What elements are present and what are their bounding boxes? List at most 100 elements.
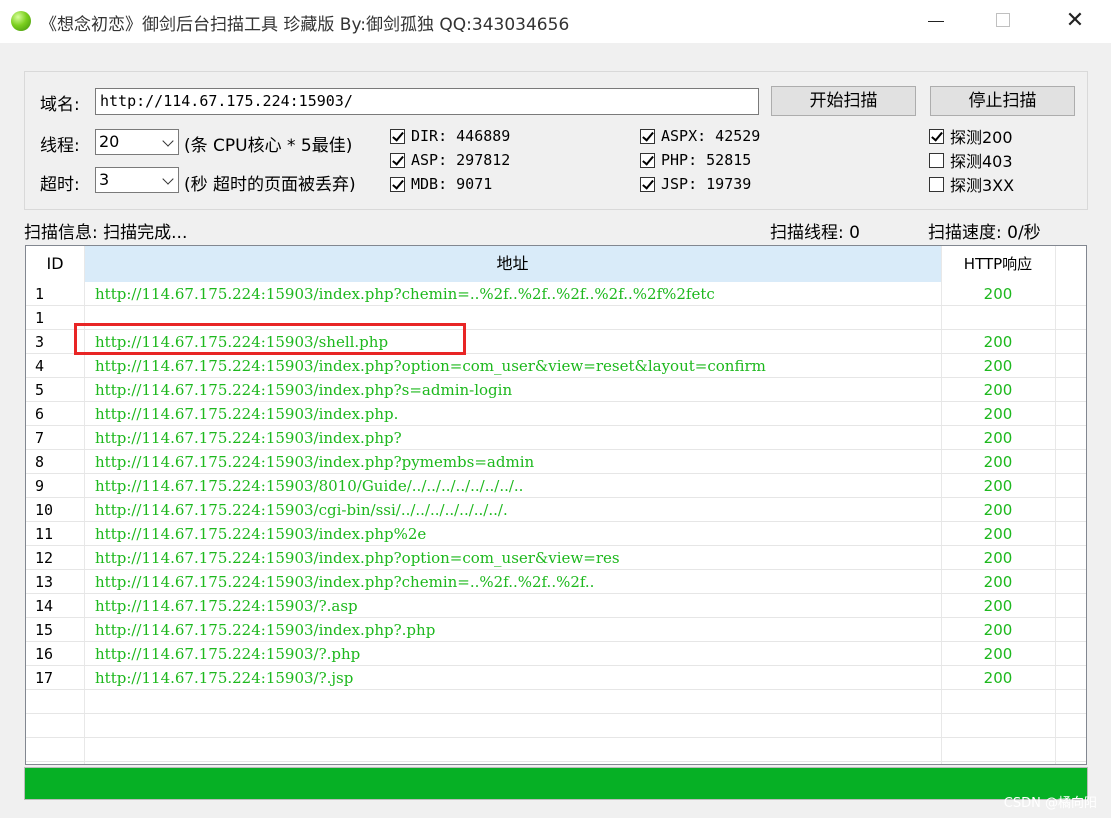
dict-mdb-label: MDB: 9071: [411, 175, 493, 193]
checkbox-icon: [390, 128, 405, 144]
title-bar: 《想念初恋》御剑后台扫描工具 珍藏版 By:御剑孤独 QQ:343034656 …: [0, 0, 1111, 43]
progress-fill: [25, 768, 1087, 799]
scan-threads: 扫描线程: 0: [770, 223, 860, 243]
row-http-status: 200: [983, 357, 1013, 375]
row-http-status: 200: [983, 477, 1013, 495]
dict-asp-checkbox[interactable]: ASP: 297812: [390, 149, 510, 171]
row-id: 5: [35, 381, 45, 399]
row-http-status: 200: [983, 621, 1013, 639]
row-http-status: 200: [983, 669, 1013, 687]
table-row[interactable]: 15 http://114.67.175.224:15903/index.php?…: [26, 618, 1086, 642]
row-id: 10: [35, 501, 54, 519]
row-http-status: 200: [983, 285, 1013, 303]
table-row[interactable]: 13 http://114.67.175.224:15903/index.php?…: [26, 570, 1086, 594]
row-http-status: 200: [983, 405, 1013, 423]
checkbox-icon: [640, 128, 655, 144]
stop-scan-button[interactable]: 停止扫描: [930, 86, 1075, 116]
table-row[interactable]: 11 http://114.67.175.224:15903/index.php%…: [26, 522, 1086, 546]
row-address: http://114.67.175.224:15903/index.php?ch…: [95, 573, 595, 591]
minimize-button[interactable]: [924, 8, 950, 34]
table-row[interactable]: 6 http://114.67.175.224:15903/index.php. 2…: [26, 402, 1086, 426]
checkbox-icon: [390, 152, 405, 168]
thread-select[interactable]: 20: [95, 129, 179, 155]
probe-200-checkbox[interactable]: 探测200: [929, 125, 1013, 147]
row-address: http://114.67.175.224:15903/cgi-bin/ssi/…: [95, 501, 508, 519]
row-address: http://114.67.175.224:15903/index.php%2e: [95, 525, 427, 543]
row-http-status: 200: [983, 645, 1013, 663]
table-row[interactable]: 4 http://114.67.175.224:15903/index.php?o…: [26, 354, 1086, 378]
row-http-status: 200: [983, 573, 1013, 591]
row-http-status: 200: [983, 453, 1013, 471]
row-address: http://114.67.175.224:15903/index.php?py…: [95, 453, 535, 471]
row-id: 11: [35, 525, 54, 543]
timeout-select[interactable]: 3: [95, 167, 179, 193]
maximize-button[interactable]: [990, 8, 1016, 34]
row-address: http://114.67.175.224:15903/index.php?s=…: [95, 381, 513, 399]
chevron-down-icon: [162, 135, 174, 147]
column-header-http[interactable]: HTTP响应: [941, 246, 1055, 282]
column-header-id[interactable]: ID: [26, 246, 84, 282]
dict-jsp-label: JSP: 19739: [661, 175, 752, 193]
timeout-label: 超时:: [40, 175, 80, 195]
row-id: 1: [35, 285, 45, 303]
row-id: 9: [35, 477, 45, 495]
empty-row: [26, 690, 1086, 714]
table-row[interactable]: 1 http://114.67.175.224:15903/index.php?c…: [26, 282, 1086, 306]
row-id: 8: [35, 453, 45, 471]
probe-3xx-checkbox[interactable]: 探测3XX: [929, 173, 1014, 195]
row-address: http://114.67.175.224:15903/?.asp: [95, 597, 358, 615]
row-address: http://114.67.175.224:15903/index.php?ch…: [95, 285, 715, 303]
close-button[interactable]: ✕: [1062, 8, 1088, 34]
scan-speed: 扫描速度: 0/秒: [928, 223, 1041, 243]
table-row[interactable]: 16 http://114.67.175.224:15903/?.php 200: [26, 642, 1086, 666]
checkbox-icon: [640, 152, 655, 168]
row-http-status: 200: [983, 381, 1013, 399]
row-address: http://114.67.175.224:15903/index.php?op…: [95, 357, 766, 375]
column-header-address[interactable]: 地址: [84, 246, 941, 282]
dict-asp-label: ASP: 297812: [411, 151, 511, 169]
row-address: http://114.67.175.224:15903/?.php: [95, 645, 361, 663]
domain-label: 域名:: [40, 95, 80, 115]
app-icon: [11, 11, 31, 31]
row-id: 6: [35, 405, 45, 423]
table-row[interactable]: 14 http://114.67.175.224:15903/?.asp 200: [26, 594, 1086, 618]
checkbox-icon: [929, 176, 944, 192]
dict-php-checkbox[interactable]: PHP: 52815: [640, 149, 751, 171]
probe-403-checkbox[interactable]: 探测403: [929, 149, 1013, 171]
dict-php-label: PHP: 52815: [661, 151, 752, 169]
row-id: 7: [35, 429, 45, 447]
annotation-highlight-box: [74, 323, 466, 355]
row-id: 15: [35, 621, 54, 639]
dict-aspx-checkbox[interactable]: ASPX: 42529: [640, 125, 760, 147]
dict-dir-label: DIR: 446889: [411, 127, 511, 145]
table-row[interactable]: 10 http://114.67.175.224:15903/cgi-bin/ss…: [26, 498, 1086, 522]
row-id: 16: [35, 645, 54, 663]
domain-input[interactable]: http://114.67.175.224:15903/: [95, 88, 759, 115]
dict-mdb-checkbox[interactable]: MDB: 9071: [390, 173, 492, 195]
checkbox-icon: [390, 176, 405, 192]
table-row[interactable]: 17 http://114.67.175.224:15903/?.jsp 200: [26, 666, 1086, 690]
watermark: CSDN @橘向阳: [1003, 796, 1097, 811]
row-http-status: 200: [983, 429, 1013, 447]
row-address: http://114.67.175.224:15903/index.php?op…: [95, 549, 620, 567]
table-row[interactable]: 9 http://114.67.175.224:15903/8010/Guide/…: [26, 474, 1086, 498]
row-http-status: 200: [983, 597, 1013, 615]
table-row[interactable]: 5 http://114.67.175.224:15903/index.php?s…: [26, 378, 1086, 402]
start-scan-button[interactable]: 开始扫描: [771, 86, 916, 116]
row-id: 14: [35, 597, 54, 615]
row-id: 1: [35, 309, 45, 327]
table-row[interactable]: 8 http://114.67.175.224:15903/index.php?p…: [26, 450, 1086, 474]
empty-row: [26, 714, 1086, 738]
probe-403-label: 探测403: [950, 152, 1013, 171]
dict-dir-checkbox[interactable]: DIR: 446889: [390, 125, 510, 147]
table-row[interactable]: 12 http://114.67.175.224:15903/index.php?…: [26, 546, 1086, 570]
dict-jsp-checkbox[interactable]: JSP: 19739: [640, 173, 751, 195]
table-row[interactable]: 7 http://114.67.175.224:15903/index.php? 2…: [26, 426, 1086, 450]
row-http-status: 200: [983, 501, 1013, 519]
row-http-status: 200: [983, 549, 1013, 567]
probe-3xx-label: 探测3XX: [950, 176, 1015, 195]
checkbox-icon: [929, 152, 944, 168]
checkbox-icon: [929, 128, 944, 144]
results-table[interactable]: ID 地址 HTTP响应 1 http://114.67.175.224:1590…: [25, 245, 1087, 765]
row-id: 3: [35, 333, 45, 351]
